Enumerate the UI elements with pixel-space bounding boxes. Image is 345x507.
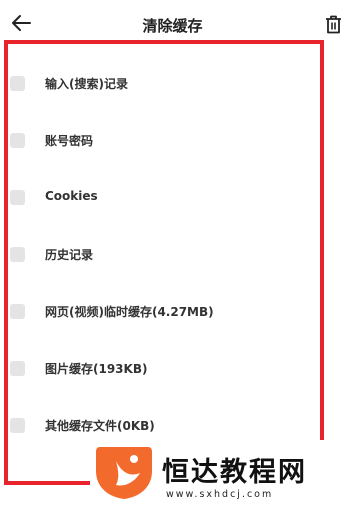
watermark: 恒达教程网 www.sxhdcj.com (90, 440, 345, 507)
checkbox[interactable] (10, 361, 25, 376)
brand-url: www.sxhdcj.com (166, 489, 274, 500)
option-label: 输入(搜索)记录 (45, 77, 128, 91)
cache-option-image-cache[interactable]: 图片缓存(193KB) (10, 356, 310, 382)
option-label: 账号密码 (45, 134, 94, 148)
checkbox[interactable] (10, 304, 25, 319)
trash-icon[interactable] (325, 15, 342, 34)
option-label: Cookies (45, 189, 98, 203)
option-label: 历史记录 (45, 248, 94, 262)
checkbox[interactable] (10, 247, 25, 262)
cache-option-account-password[interactable]: 账号密码 (10, 128, 310, 154)
checkbox[interactable] (10, 76, 25, 91)
cache-option-cookies[interactable]: Cookies (10, 185, 310, 211)
cache-option-other-files[interactable]: 其他缓存文件(0KB) (10, 413, 310, 439)
logo-icon (94, 443, 154, 501)
cache-option-input-history[interactable]: 输入(搜索)记录 (10, 71, 310, 97)
cache-option-browsing-history[interactable]: 历史记录 (10, 242, 310, 268)
option-label: 其他缓存文件(0KB) (45, 419, 155, 433)
checkbox[interactable] (10, 418, 25, 433)
option-label: 图片缓存(193KB) (45, 362, 148, 376)
page-title: 清除缓存 (142, 17, 203, 35)
option-label: 网页(视频)临时缓存(4.27MB) (45, 305, 214, 319)
cache-option-web-video-cache[interactable]: 网页(视频)临时缓存(4.27MB) (10, 299, 310, 325)
brand-name: 恒达教程网 (162, 457, 307, 488)
checkbox[interactable] (10, 133, 25, 148)
checkbox[interactable] (10, 190, 25, 205)
